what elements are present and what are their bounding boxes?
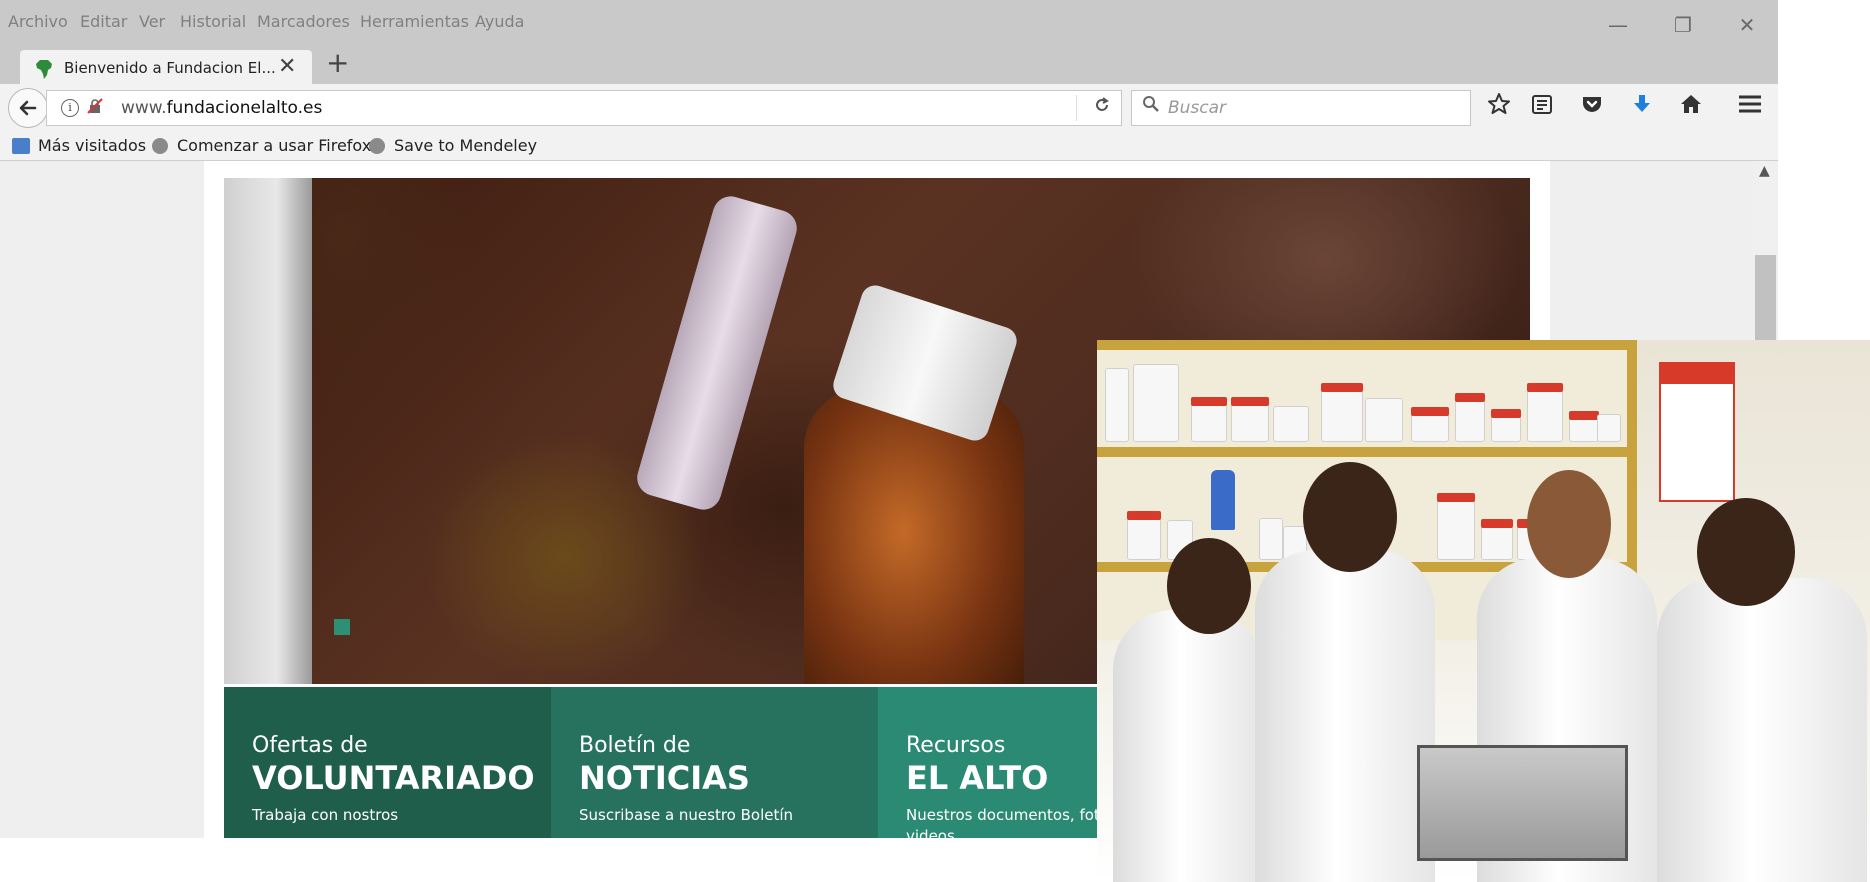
jar bbox=[1273, 406, 1309, 442]
restore-button[interactable]: ❐ bbox=[1660, 10, 1706, 40]
minimize-button[interactable]: — bbox=[1595, 10, 1641, 40]
bookmark-save-mendeley[interactable]: Save to Mendeley bbox=[369, 136, 537, 155]
close-window-button[interactable]: ✕ bbox=[1724, 10, 1770, 40]
jar bbox=[1191, 397, 1227, 442]
menu-archivo[interactable]: Archivo bbox=[8, 12, 68, 31]
globe-icon bbox=[369, 138, 385, 154]
hero-board bbox=[224, 178, 312, 684]
panel-noticias[interactable]: Boletín de NOTICIAS Suscribase a nuestro… bbox=[551, 687, 878, 838]
shelf-board bbox=[1097, 340, 1637, 350]
panel-big-title: NOTICIAS bbox=[579, 759, 750, 797]
jar bbox=[1481, 519, 1513, 560]
jar bbox=[1455, 393, 1485, 442]
bookmarks-bar: Más visitados Comenzar a usar Firefox Sa… bbox=[0, 130, 1778, 161]
hero-pill-blister bbox=[632, 192, 802, 514]
hero-medicine-bottle bbox=[804, 388, 1024, 684]
globe-icon bbox=[152, 138, 168, 154]
url-divider bbox=[1076, 95, 1077, 121]
laptop bbox=[1417, 745, 1628, 861]
panel-small-title: Boletín de bbox=[579, 733, 691, 758]
bookmark-star-icon[interactable] bbox=[1487, 92, 1511, 116]
jar bbox=[1133, 364, 1179, 442]
shelf-board bbox=[1097, 447, 1637, 457]
menu-ver[interactable]: Ver bbox=[139, 12, 165, 31]
jar bbox=[1105, 368, 1129, 442]
panel-big-title: VOLUNTARIADO bbox=[252, 759, 535, 797]
back-button[interactable] bbox=[8, 88, 48, 128]
panel-big-title: EL ALTO bbox=[906, 759, 1049, 797]
menu-ayuda[interactable]: Ayuda bbox=[475, 12, 524, 31]
jar bbox=[1127, 511, 1161, 560]
jar bbox=[1365, 398, 1403, 442]
menu-marcadores[interactable]: Marcadores bbox=[257, 12, 350, 31]
url-bar[interactable]: i www.fundacionelalto.es bbox=[46, 90, 1122, 126]
search-bar[interactable]: Buscar bbox=[1131, 90, 1471, 126]
jar bbox=[1259, 518, 1283, 560]
jar bbox=[1231, 397, 1269, 442]
jar bbox=[1411, 407, 1449, 442]
panel-description: Suscribase a nuestro Boletín bbox=[579, 806, 794, 824]
jar bbox=[1321, 383, 1363, 442]
new-tab-button[interactable]: + bbox=[326, 48, 349, 78]
africa-icon bbox=[36, 60, 52, 79]
jar bbox=[1569, 411, 1599, 442]
jar bbox=[1527, 383, 1563, 442]
reload-icon[interactable] bbox=[1093, 96, 1111, 114]
blue-bottle bbox=[1211, 470, 1235, 530]
menu-bar: Archivo Editar Ver Historial Marcadores … bbox=[0, 0, 1778, 46]
most-visited-icon bbox=[12, 138, 30, 154]
menu-historial[interactable]: Historial bbox=[180, 12, 246, 31]
jar bbox=[1491, 409, 1521, 442]
menu-editar[interactable]: Editar bbox=[80, 12, 127, 31]
back-arrow-icon bbox=[19, 100, 37, 116]
scroll-up-arrow-icon[interactable]: ▲ bbox=[1759, 163, 1770, 179]
download-arrow-icon[interactable] bbox=[1630, 92, 1654, 116]
slider-indicator[interactable] bbox=[334, 619, 350, 635]
close-tab-icon[interactable]: ✕ bbox=[278, 55, 296, 79]
menu-herramientas[interactable]: Herramientas bbox=[360, 12, 469, 31]
bookmark-comenzar-firefox[interactable]: Comenzar a usar Firefox bbox=[152, 136, 371, 155]
pocket-icon[interactable] bbox=[1580, 92, 1604, 116]
jar bbox=[1597, 414, 1621, 442]
panel-small-title: Ofertas de bbox=[252, 733, 368, 758]
hamburger-menu-icon[interactable] bbox=[1737, 92, 1763, 116]
info-icon[interactable]: i bbox=[61, 99, 79, 117]
panel-small-title: Recursos bbox=[906, 733, 1006, 758]
pharmacy-team-photo bbox=[1097, 340, 1870, 882]
nav-bar: i www.fundacionelalto.es Buscar bbox=[0, 84, 1778, 130]
tab-strip: Bienvenido a Fundacion El... ✕ + bbox=[0, 46, 1778, 86]
search-icon bbox=[1143, 96, 1159, 112]
panel-voluntariado[interactable]: Ofertas de VOLUNTARIADO Trabaja con nost… bbox=[224, 687, 551, 838]
tab-title: Bienvenido a Fundacion El... bbox=[64, 59, 276, 77]
bookmark-mas-visitados[interactable]: Más visitados bbox=[12, 136, 146, 155]
jar bbox=[1437, 493, 1475, 560]
wall-calendar bbox=[1659, 362, 1735, 502]
tracking-icon[interactable] bbox=[87, 98, 103, 114]
tab-fundacion[interactable]: Bienvenido a Fundacion El... ✕ bbox=[20, 50, 312, 86]
search-placeholder: Buscar bbox=[1168, 98, 1227, 118]
panel-description: Trabaja con nostros bbox=[252, 806, 399, 824]
home-icon[interactable] bbox=[1679, 92, 1703, 116]
reader-list-icon[interactable] bbox=[1530, 92, 1554, 116]
url-text: www.fundacionelalto.es bbox=[121, 98, 323, 118]
